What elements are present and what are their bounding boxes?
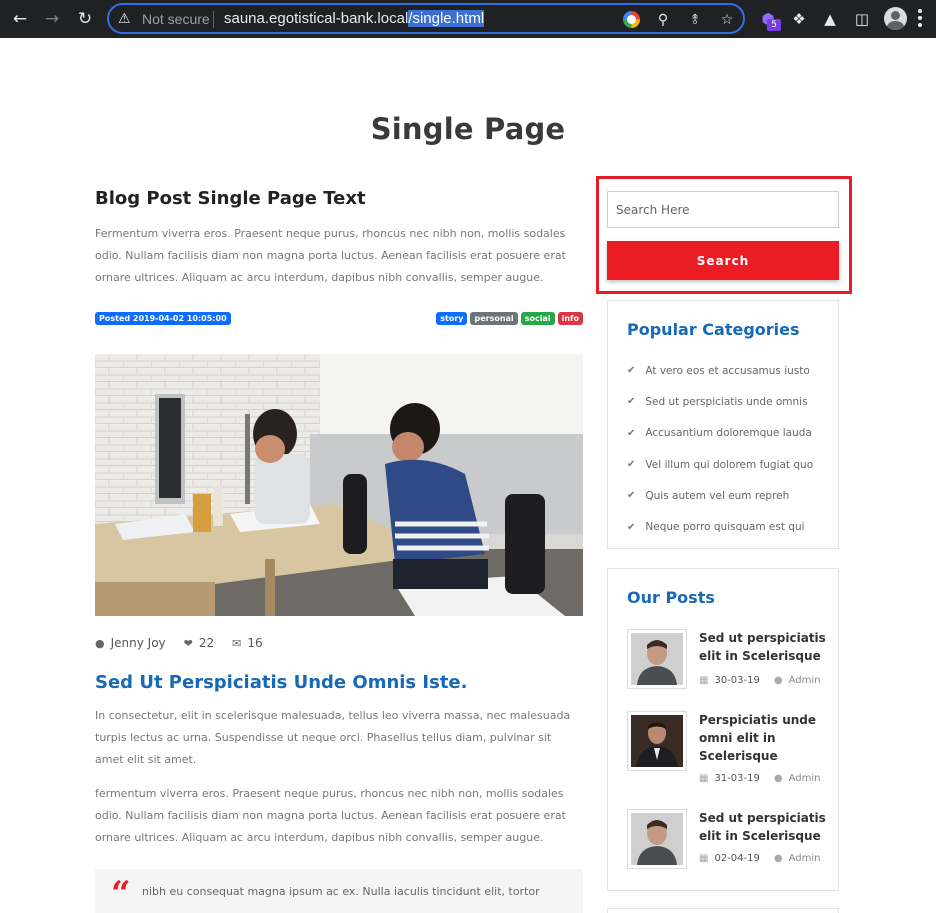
zoom-icon[interactable]: ⚲ bbox=[653, 10, 673, 30]
blockquote: “ nibh eu consequat magna ipsum ac ex. N… bbox=[95, 869, 583, 913]
post-thumbnail[interactable] bbox=[627, 629, 687, 689]
calendar-icon: ▦ bbox=[699, 773, 709, 784]
post-image bbox=[95, 354, 583, 616]
tag-story[interactable]: story bbox=[436, 312, 468, 325]
back-icon[interactable]: ← bbox=[10, 9, 30, 29]
browser-toolbar: ← → ↻ ⚠ Not secure sauna.egotistical-ban… bbox=[0, 0, 936, 38]
post-meta: ▦ 31-03-19 ● Admin bbox=[699, 773, 820, 784]
post-author: Admin bbox=[788, 675, 821, 686]
search-input[interactable] bbox=[607, 191, 839, 228]
post-author: Admin bbox=[788, 773, 821, 784]
category-label: Accusantium doloremque lauda bbox=[645, 427, 812, 440]
post-title[interactable]: Sed ut perspiciatis elit in Scelerisque bbox=[699, 809, 829, 845]
category-label: Quis autem vel eum repreh bbox=[645, 489, 790, 502]
section-heading: Sed Ut Perspiciatis Unde Omnis Iste. bbox=[95, 672, 468, 693]
user-icon: ● bbox=[773, 675, 783, 686]
url-separator bbox=[213, 11, 214, 28]
reload-icon[interactable]: ↻ bbox=[75, 9, 95, 29]
our-posts-widget: Our Posts Sed ut perspiciatis elit in Sc… bbox=[607, 568, 839, 891]
forward-icon[interactable]: → bbox=[42, 9, 62, 29]
user-icon: ● bbox=[773, 773, 783, 784]
body-paragraph-2: fermentum viverra eros. Praesent neque p… bbox=[95, 787, 566, 844]
tag-list: story personal social info bbox=[436, 312, 583, 325]
post-title[interactable]: Perspiciatis unde omni elit in Scelerisq… bbox=[699, 711, 829, 765]
likes-count: 22 bbox=[198, 636, 215, 650]
main-content: Blog Post Single Page Text Fermentum viv… bbox=[95, 188, 583, 913]
post-meta: ▦ 02-04-19 ● Admin bbox=[699, 853, 820, 864]
user-icon: ● bbox=[95, 636, 105, 650]
calendar-icon: ▦ bbox=[699, 853, 709, 864]
post-intro: Fermentum viverra eros. Praesent neque p… bbox=[95, 227, 566, 284]
url-text[interactable]: sauna.egotistical-bank.local/single.html bbox=[224, 10, 485, 27]
categories-title: Popular Categories bbox=[627, 320, 800, 339]
check-icon: ✔ bbox=[627, 459, 636, 471]
lab-flask-icon[interactable]: ▲ bbox=[819, 8, 841, 30]
post-date: 30-03-19 bbox=[714, 675, 760, 686]
tag-social[interactable]: social bbox=[520, 312, 555, 325]
quote-icon: “ bbox=[111, 874, 131, 913]
page-title: Single Page bbox=[370, 112, 566, 146]
post-title[interactable]: Sed ut perspiciatis elit in Scelerisque bbox=[699, 629, 829, 665]
profile-avatar[interactable] bbox=[884, 7, 907, 30]
check-icon: ✔ bbox=[627, 521, 636, 533]
popular-categories-widget: Popular Categories ✔ At vero eos et accus… bbox=[607, 300, 839, 549]
tag-personal[interactable]: personal bbox=[470, 312, 518, 325]
author-name[interactable]: Jenny Joy bbox=[111, 636, 166, 650]
category-item[interactable]: ✔ Quis autem vel eum repreh bbox=[627, 480, 813, 511]
heart-icon: ❤ bbox=[183, 636, 193, 650]
calendar-icon: ▦ bbox=[699, 675, 709, 686]
next-widget bbox=[607, 908, 839, 913]
url-host: sauna.egotistical-bank.local bbox=[224, 10, 409, 27]
address-bar[interactable]: ⚠ Not secure sauna.egotistical-bank.loca… bbox=[107, 3, 745, 34]
post-heading: Blog Post Single Page Text bbox=[95, 188, 366, 209]
check-icon: ✔ bbox=[627, 490, 636, 502]
puzzle-icon[interactable]: ❖ bbox=[788, 8, 810, 30]
post-date: 31-03-19 bbox=[714, 773, 760, 784]
likes-meta: ❤ 22 bbox=[184, 636, 215, 650]
body-paragraph-1: In consectetur, elit in scelerisque male… bbox=[95, 709, 571, 766]
post-date: 02-04-19 bbox=[714, 853, 760, 864]
side-panel-icon[interactable]: ◫ bbox=[851, 8, 873, 30]
url-path-selected: /single.html bbox=[408, 10, 485, 27]
author-meta: ● Jenny Joy bbox=[95, 636, 166, 650]
posted-date-badge: Posted 2019-04-02 10:05:00 bbox=[95, 312, 231, 325]
category-label: At vero eos et accusamus iusto bbox=[645, 364, 810, 377]
comments-icon: ✉ bbox=[232, 636, 242, 650]
category-item[interactable]: ✔ Sed ut perspiciatis unde omnis bbox=[627, 386, 813, 417]
share-icon[interactable]: ⥉ bbox=[685, 10, 705, 30]
post-meta: ● Jenny Joy ❤ 22 ✉ 16 bbox=[95, 636, 281, 650]
tag-info[interactable]: info bbox=[557, 312, 583, 325]
post-author: Admin bbox=[788, 853, 821, 864]
category-label: Sed ut perspiciatis unde omnis bbox=[645, 395, 808, 408]
warning-icon: ⚠ bbox=[118, 11, 131, 27]
google-lens-icon[interactable] bbox=[623, 11, 640, 28]
posts-title: Our Posts bbox=[627, 588, 715, 607]
comments-count: 16 bbox=[247, 636, 263, 650]
post-thumbnail[interactable] bbox=[627, 711, 687, 771]
category-item[interactable]: ✔ Vel illum qui dolorem fugiat quo bbox=[627, 449, 813, 480]
post-meta: ▦ 30-03-19 ● Admin bbox=[699, 675, 820, 686]
check-icon: ✔ bbox=[627, 427, 636, 439]
comments-meta: ✉ 16 bbox=[232, 636, 263, 650]
category-item[interactable]: ✔ Neque porro quisquam est qui bbox=[627, 511, 813, 542]
post-thumbnail[interactable] bbox=[627, 809, 687, 869]
security-label[interactable]: Not secure bbox=[142, 11, 210, 27]
category-label: Neque porro quisquam est qui bbox=[645, 521, 805, 534]
search-button[interactable]: Search bbox=[607, 241, 839, 280]
bookmark-star-icon[interactable]: ☆ bbox=[717, 10, 737, 30]
category-list: ✔ At vero eos et accusamus iusto ✔ Sed ut … bbox=[627, 355, 813, 543]
category-item[interactable]: ✔ Accusantium doloremque lauda bbox=[627, 418, 813, 449]
extension-badge: 5 bbox=[767, 19, 781, 31]
menu-icon[interactable] bbox=[918, 9, 922, 29]
quote-text: nibh eu consequat magna ipsum ac ex. Nul… bbox=[142, 885, 540, 898]
category-label: Vel illum qui dolorem fugiat quo bbox=[645, 458, 814, 471]
check-icon: ✔ bbox=[627, 365, 636, 377]
category-item[interactable]: ✔ At vero eos et accusamus iusto bbox=[627, 355, 813, 386]
user-icon: ● bbox=[773, 853, 783, 864]
check-icon: ✔ bbox=[627, 396, 636, 408]
